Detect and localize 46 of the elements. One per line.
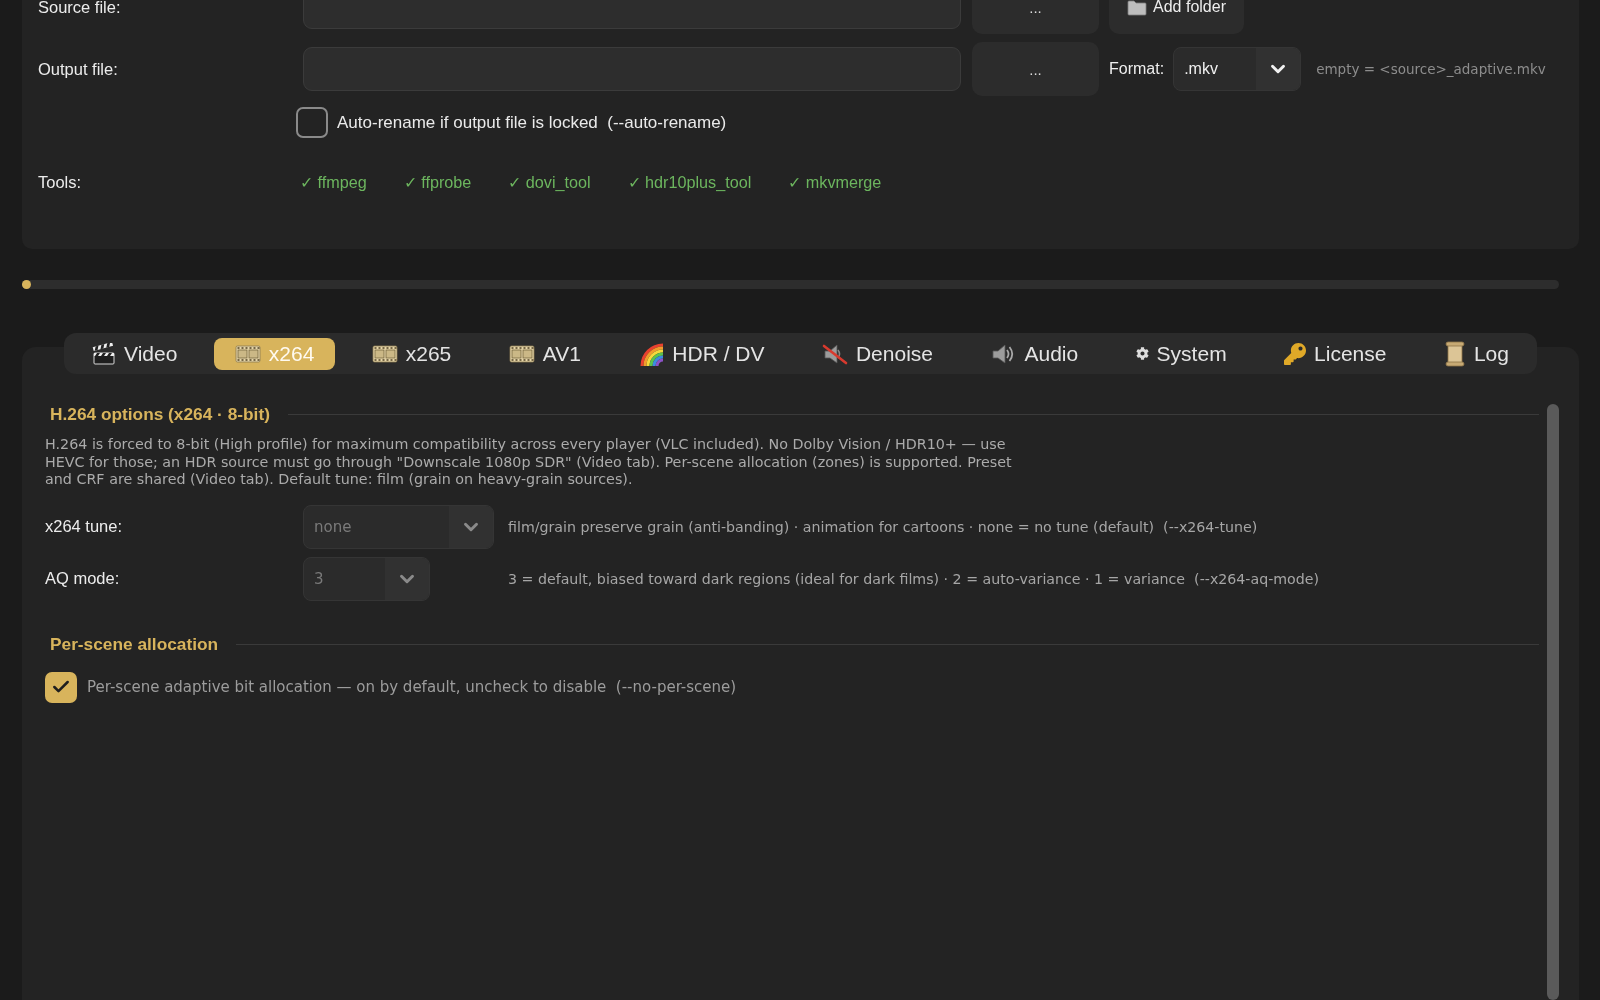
hint-text: film/grain preserve grain (anti-banding) · animation for cartoons · none = no tune (default) (--x264-tune) [508,518,1259,535]
checkbox-label: Per-scene adaptive bit allocation — on by default, uncheck to disable (--no-per-scene) [87,678,737,696]
tab[interactable]: x265 [350,337,473,370]
format-dropdown[interactable]: .mkv [1173,47,1302,91]
field-label: Source file: [38,0,122,17]
tab[interactable]: HDR / DV [617,337,786,370]
clapperboard-icon [92,342,116,365]
tab[interactable]: Log [1422,337,1530,370]
film-strip-icon [371,343,398,364]
checkbox-label: Auto-rename if output file is locked (--auto-rename) [337,112,727,133]
tab[interactable]: Audio [969,337,1100,370]
tab[interactable]: License [1263,337,1408,370]
add-folder-button[interactable]: Add folder [1109,0,1244,34]
field-label: x264 tune: [45,517,124,536]
checkbox[interactable] [296,107,328,138]
field-label: Output file: [38,59,119,79]
browse-button[interactable]: ... [972,42,1099,96]
film-strip-icon [234,343,261,364]
tab[interactable]: AV1 [487,337,602,370]
key-icon [1284,342,1307,365]
checkbox[interactable] [45,671,77,703]
tool-status: ✓ dovi_tool [508,172,591,192]
field-label: Tools: [38,172,83,192]
input-field[interactable] [303,47,961,91]
field-label: AQ mode: [45,569,121,588]
tool-status: ✓ ffmpeg [300,172,367,192]
film-strip-icon [508,343,535,364]
description-text: H.264 is forced to 8-bit (High profile) for maximum compatibility across every player (VLC included). No Dolby Vision / HDR10+ — use HEVC for those; an HDR source must go through "Downscale 1080p SDR" (Video tab). Per-scene allocation (zones) is supported. Preset and CRF are shared (Video tab). Default tune: film (grain on heavy-grain sources). [45,436,1013,489]
section-title: H.264 options (x264 · 8-bit) [50,404,270,425]
tab[interactable]: System [1114,337,1248,370]
browse-button[interactable]: ... [972,0,1099,34]
folder-icon [1127,0,1148,16]
tool-status: ✓ mkvmerge [788,172,882,192]
tab[interactable]: Denoise [800,337,954,370]
section-title: Per-scene allocation [50,633,219,655]
tool-status: ✓ hdr10plus_tool [627,172,752,192]
hint-text: empty = <source>_adaptive.mkv [1316,61,1546,77]
rainbow-icon [638,341,665,366]
muted-speaker-icon [821,341,848,366]
tab[interactable]: Video [71,337,199,370]
scrollbar[interactable] [1547,404,1559,1000]
hint-text: 3 = default, biased toward dark regions (ideal for dark films) · 2 = auto-variance · 1 = variance (--x264-aq-mode) [508,570,1321,587]
scroll-icon [1443,340,1466,367]
tool-status: ✓ ffprobe [403,172,472,192]
field-label: Format: [1109,60,1165,78]
gear-icon [1135,347,1149,360]
